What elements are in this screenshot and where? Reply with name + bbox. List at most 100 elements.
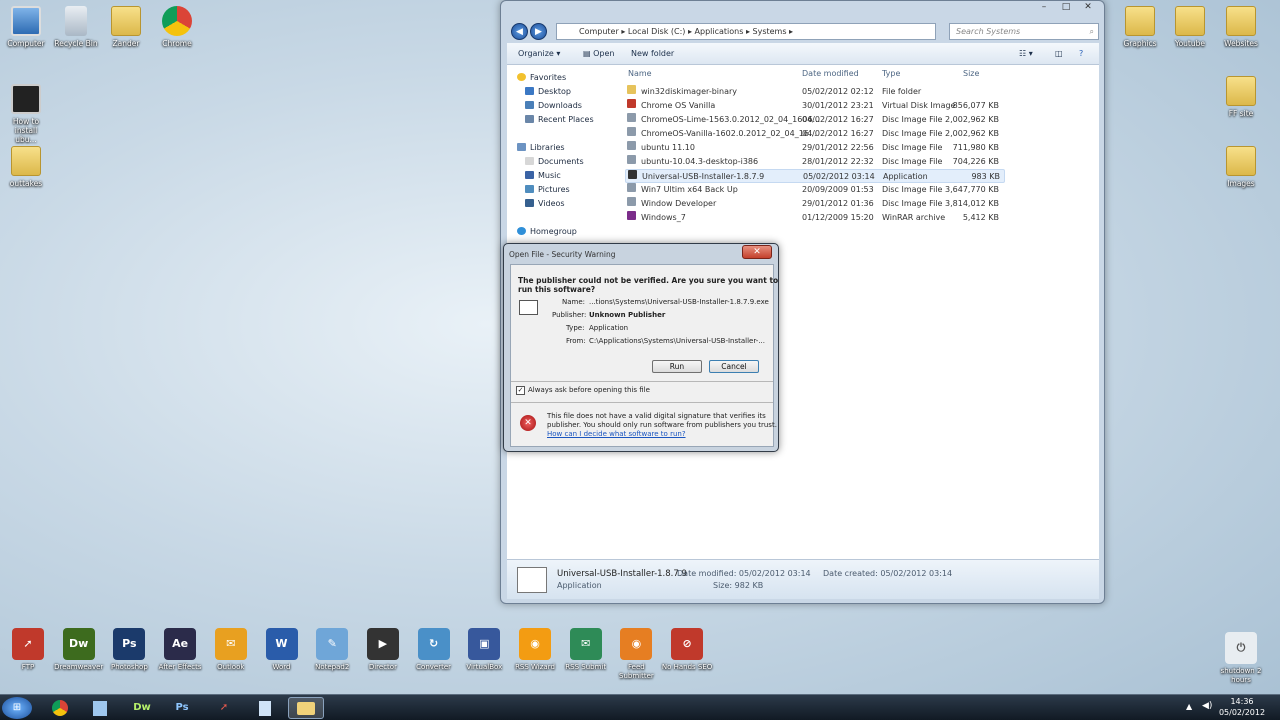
taskbar-photoshop[interactable]: Ps — [164, 697, 200, 719]
breadcrumb-local-disk[interactable]: Local Disk (C:) — [628, 27, 686, 36]
desktop-shortcut-converter[interactable]: ↻ Converter — [408, 628, 460, 672]
help-link[interactable]: How can I decide what software to run? — [547, 430, 686, 438]
shortcut-label: Director — [368, 663, 397, 671]
desktop-icon-zander[interactable]: Zander — [103, 6, 149, 48]
volume-icon[interactable]: ◀) — [1202, 701, 1212, 711]
desktop-shortcut-feed-submitter[interactable]: ◉ Feed Submitter — [610, 628, 662, 681]
cell-name: Windows_7 — [641, 213, 686, 222]
taskbar-explorer-active[interactable] — [288, 697, 324, 719]
search-input[interactable]: Search Systems ⌕ — [949, 23, 1099, 40]
breadcrumb-systems[interactable]: Systems — [753, 27, 787, 36]
nav-recent-places[interactable]: Recent Places — [525, 115, 594, 124]
desktop-icon-websites[interactable]: Websites — [1218, 6, 1264, 48]
clock-time[interactable]: 14:36 — [1222, 697, 1262, 706]
column-header-date[interactable]: Date modified — [802, 69, 859, 78]
desktop-shortcut-word[interactable]: W Word — [256, 628, 308, 672]
desktop-icon-shutdown[interactable]: ⏻ shutdown 2 hours — [1215, 632, 1267, 685]
desktop-shortcut-dreamweaver[interactable]: Dw Dreamweaver — [53, 628, 105, 672]
always-ask-checkbox[interactable]: ✓ — [516, 386, 525, 395]
breadcrumb-applications[interactable]: Applications — [695, 27, 744, 36]
desktop-shortcut-photoshop[interactable]: Ps Photoshop — [103, 628, 155, 672]
column-header-name[interactable]: Name — [628, 69, 652, 78]
table-row[interactable]: Universal-USB-Installer-1.8.7.9 05/02/201… — [625, 169, 1005, 183]
nav-downloads[interactable]: Downloads — [525, 101, 582, 110]
open-icon: ▤ — [583, 49, 594, 58]
cell-date: 05/02/2012 03:14 — [803, 172, 875, 181]
table-row[interactable]: ChromeOS-Vanilla-1602.0.2012_02_04_16...… — [625, 127, 1005, 141]
desktop-shortcut-outlook[interactable]: ✉ Outlook — [205, 628, 257, 672]
nav-desktop[interactable]: Desktop — [525, 87, 571, 96]
taskbar-ftp[interactable]: ➚ — [206, 697, 242, 719]
nav-homegroup[interactable]: Homegroup — [517, 227, 577, 236]
desktop-shortcut-ftp[interactable]: ➚ FTP — [2, 628, 54, 672]
start-button[interactable]: ⊞ — [2, 697, 32, 719]
desktop-shortcut-virtualbox[interactable]: ▣ VirtualBox — [458, 628, 510, 672]
column-header-size[interactable]: Size — [963, 69, 979, 78]
file-icon — [627, 113, 636, 122]
minimize-button[interactable]: – — [1034, 1, 1054, 15]
address-bar[interactable]: Computer ▸ Local Disk (C:) ▸ Application… — [556, 23, 936, 40]
table-row[interactable]: Window Developer 29/01/2012 01:36 Disc Ima… — [625, 197, 1005, 211]
taskbar-dreamweaver[interactable]: Dw — [124, 697, 160, 719]
desktop-icon-ff-site[interactable]: FF site — [1218, 76, 1264, 118]
desktop-icon-youtube[interactable]: Youtube — [1167, 6, 1213, 48]
tray-arrow-icon[interactable]: ▲ — [1186, 702, 1192, 711]
open-button[interactable]: ▤ Open — [583, 43, 614, 64]
breadcrumb-computer[interactable]: Computer — [579, 27, 619, 36]
close-button[interactable]: ✕ — [1078, 1, 1098, 15]
table-row[interactable]: Win7 Ultim x64 Back Up 20/09/2009 01:53 Di… — [625, 183, 1005, 197]
recycle-bin-icon — [65, 6, 87, 36]
nav-documents[interactable]: Documents — [525, 157, 584, 166]
clock-date[interactable]: 05/02/2012 — [1218, 708, 1266, 717]
desktop-shortcut-rss-wizard[interactable]: ◉ RSS Wizard — [509, 628, 561, 672]
desktop-shortcut-after-effects[interactable]: Ae After Effects — [154, 628, 206, 672]
desktop-icon-outtakes[interactable]: outtakes — [3, 146, 49, 188]
cancel-button[interactable]: Cancel — [709, 360, 759, 373]
maximize-button[interactable]: □ — [1056, 1, 1076, 15]
cell-name: Win7 Ultim x64 Back Up — [641, 185, 738, 194]
view-options-icon[interactable]: ☷ ▾ — [1019, 43, 1033, 64]
table-row[interactable]: ubuntu 11.10 29/01/2012 22:56 Disc Image F… — [625, 141, 1005, 155]
table-row[interactable]: Chrome OS Vanilla 30/01/2012 23:21 Virtual… — [625, 99, 1005, 113]
desktop-icon-graphics[interactable]: Graphics — [1117, 6, 1163, 48]
desktop-icon-images[interactable]: Images — [1218, 146, 1264, 188]
details-size: Size: 982 KB — [713, 581, 764, 590]
divider — [511, 381, 773, 382]
taskbar: ⊞ Dw Ps ➚ ▲ ◀) 14:36 05/02/2012 — [0, 694, 1280, 720]
forward-button[interactable]: ▶ — [530, 23, 547, 40]
shortcut-label: Feed Submitter — [619, 663, 654, 680]
desktop-icon-computer[interactable]: Computer — [3, 6, 49, 48]
desktop-shortcut-rss-submit[interactable]: ✉ RSS Submit — [560, 628, 612, 672]
nav-favorites[interactable]: Favorites — [517, 73, 566, 82]
table-row[interactable]: ChromeOS-Lime-1563.0.2012_02_04_1606... 0… — [625, 113, 1005, 127]
files-icon — [93, 701, 107, 716]
desktop-shortcut-no-hands-seo[interactable]: ⊘ No Hands SEO — [661, 628, 713, 672]
table-row[interactable]: win32diskimager-binary 05/02/2012 02:12 Fi… — [625, 85, 1005, 99]
table-row[interactable]: Windows_7 01/12/2009 15:20 WinRAR archive 5… — [625, 211, 1005, 225]
desktop-shortcut-director[interactable]: ▶ Director — [357, 628, 409, 672]
taskbar-explorer-files[interactable] — [82, 697, 118, 719]
security-warning-dialog: Open File - Security Warning ✕ The publi… — [503, 243, 779, 452]
cell-size: 3,814,012 KB — [945, 199, 999, 208]
desktop-icon-video[interactable]: How to install ubu... — [3, 84, 49, 144]
back-button[interactable]: ◀ — [511, 23, 528, 40]
nav-videos[interactable]: Videos — [525, 199, 565, 208]
address-bar-area: ◀ ▶ Computer ▸ Local Disk (C:) ▸ Applica… — [511, 21, 1099, 41]
dialog-close-button[interactable]: ✕ — [742, 245, 772, 259]
taskbar-notepad[interactable] — [247, 697, 283, 719]
nav-music[interactable]: Music — [525, 171, 561, 180]
taskbar-chrome[interactable] — [42, 697, 78, 719]
new-folder-button[interactable]: New folder — [631, 43, 674, 64]
desktop-icon-recycle-bin[interactable]: Recycle Bin — [53, 6, 99, 48]
organize-button[interactable]: Organize ▾ — [518, 43, 560, 64]
nav-pictures[interactable]: Pictures — [525, 185, 570, 194]
desktop-shortcut-notepad2[interactable]: ✎ Notepad2 — [306, 628, 358, 672]
help-icon[interactable]: ? — [1079, 43, 1083, 64]
cell-name: win32diskimager-binary — [641, 87, 737, 96]
run-button[interactable]: Run — [652, 360, 702, 373]
column-header-type[interactable]: Type — [882, 69, 900, 78]
nav-libraries[interactable]: Libraries — [517, 143, 565, 152]
preview-pane-icon[interactable]: ◫ — [1055, 43, 1063, 64]
desktop-icon-chrome[interactable]: Chrome — [154, 6, 200, 48]
table-row[interactable]: ubuntu-10.04.3-desktop-i386 28/01/2012 22… — [625, 155, 1005, 169]
